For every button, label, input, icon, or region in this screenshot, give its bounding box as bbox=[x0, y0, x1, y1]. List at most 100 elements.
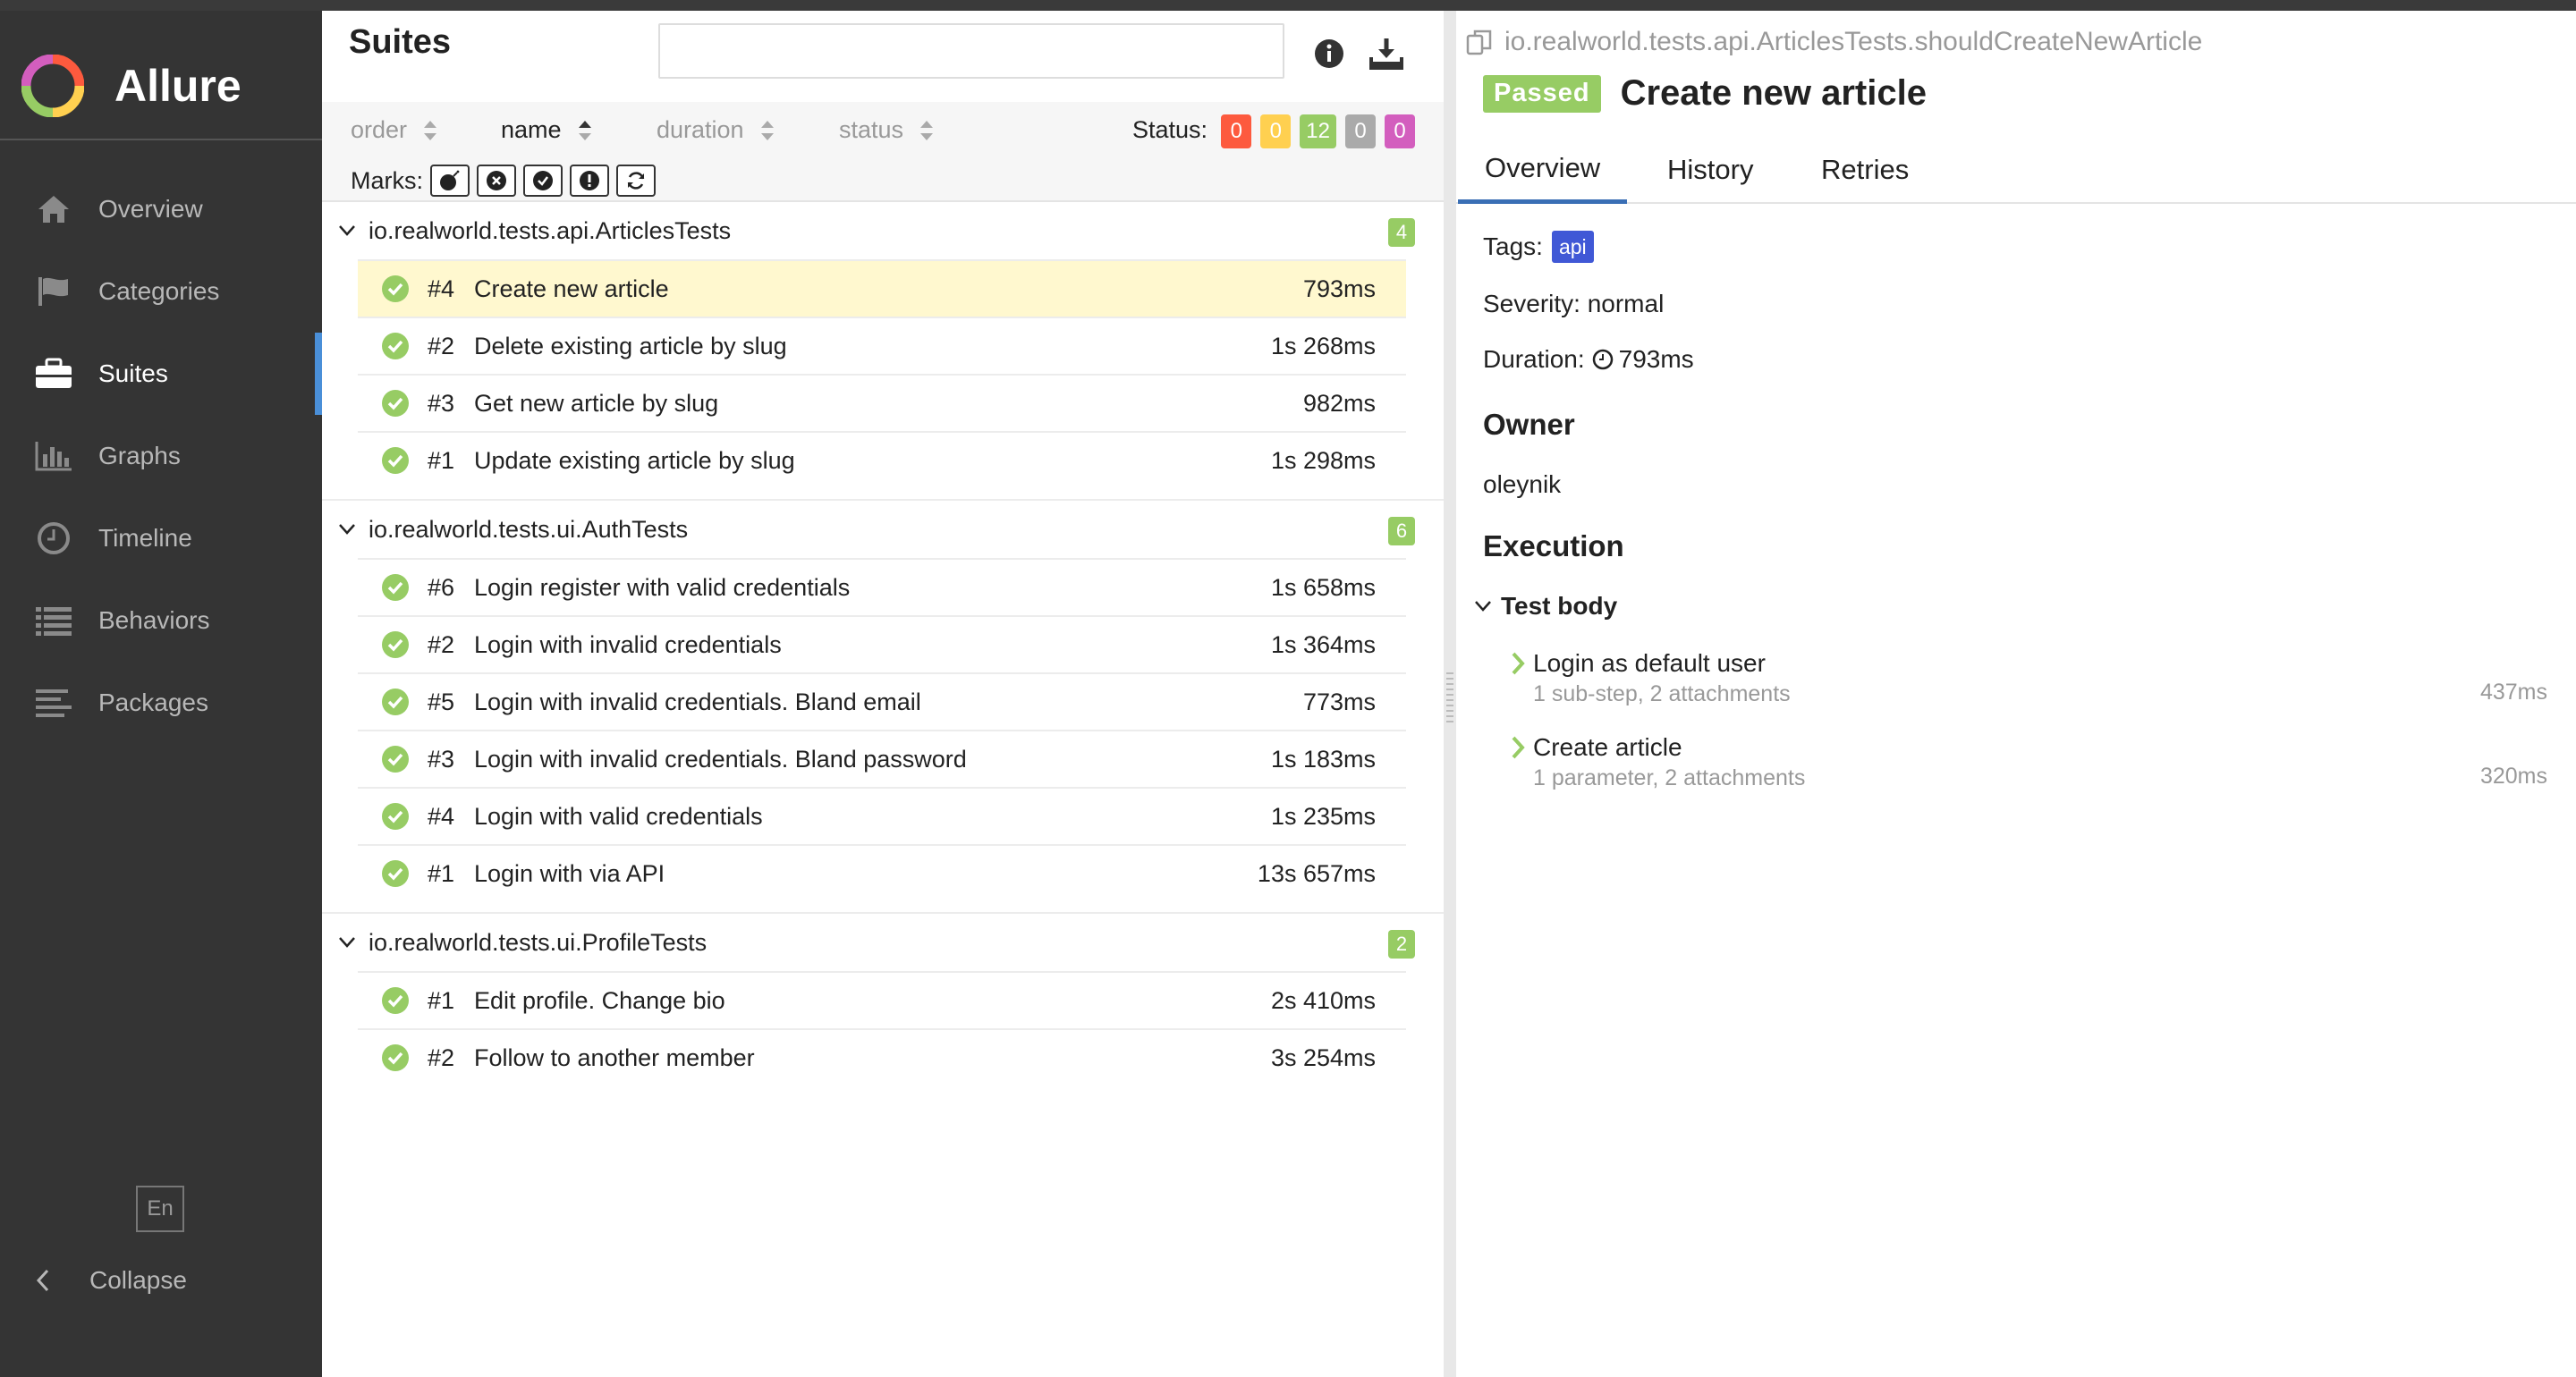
collapse-button[interactable]: Collapse bbox=[36, 1266, 187, 1295]
status-failed-toggle[interactable]: 0 bbox=[1221, 114, 1252, 148]
test-row[interactable]: #3 Get new article by slug 982ms bbox=[358, 374, 1406, 431]
test-name: Delete existing article by slug bbox=[474, 332, 787, 359]
pane-splitter[interactable] bbox=[1444, 11, 1456, 1377]
test-name: Login with invalid credentials. Bland pa… bbox=[474, 745, 967, 773]
sidebar-nav: Overview Categories Suites Graphs Timeli… bbox=[0, 168, 322, 744]
sidebar-item-timeline[interactable]: Timeline bbox=[0, 497, 322, 579]
test-number: #4 bbox=[428, 802, 455, 830]
sort-icon bbox=[760, 120, 774, 140]
test-row[interactable]: #1 Update existing article by slug 1s 29… bbox=[358, 431, 1406, 488]
sidebar-item-overview[interactable]: Overview bbox=[0, 168, 322, 250]
brand[interactable]: Allure bbox=[21, 41, 242, 131]
status-unknown-toggle[interactable]: 0 bbox=[1385, 114, 1415, 148]
chevron-down-icon bbox=[339, 937, 355, 948]
status-broken-toggle[interactable]: 0 bbox=[1260, 114, 1292, 148]
sidebar-item-categories[interactable]: Categories bbox=[0, 250, 322, 333]
sidebar-item-label: Behaviors bbox=[98, 606, 210, 634]
splitter-grip[interactable] bbox=[1446, 672, 1453, 726]
suite-name: io.realworld.tests.ui.ProfileTests bbox=[369, 928, 708, 956]
sidebar-item-label: Categories bbox=[98, 277, 220, 305]
suite-name: io.realworld.tests.ui.AuthTests bbox=[369, 515, 689, 543]
times-circle-icon bbox=[487, 171, 506, 190]
sidebar-divider bbox=[0, 139, 322, 140]
chevron-right-icon bbox=[1512, 736, 1525, 759]
sort-by-duration[interactable]: duration bbox=[657, 116, 775, 144]
download-icon[interactable] bbox=[1368, 36, 1404, 72]
sidebar-item-behaviors[interactable]: Behaviors bbox=[0, 579, 322, 662]
step-duration: 320ms bbox=[2479, 764, 2547, 789]
new-failed-mark-toggle[interactable] bbox=[477, 165, 516, 197]
sidebar-item-label: Suites bbox=[98, 359, 168, 387]
tags-row: Tags: api bbox=[1483, 231, 1594, 263]
test-row[interactable]: #6 Login register with valid credentials… bbox=[358, 558, 1406, 615]
test-duration: 793ms bbox=[1302, 275, 1376, 302]
test-duration: 982ms bbox=[1302, 389, 1376, 417]
sort-by-name[interactable]: name bbox=[501, 116, 592, 144]
sort-label: status bbox=[839, 116, 904, 143]
suite-group-header[interactable]: io.realworld.tests.ui.ProfileTests 2 bbox=[322, 914, 1444, 971]
suite-group: io.realworld.tests.ui.ProfileTests 2 #1 … bbox=[322, 914, 1444, 1096]
test-number: #3 bbox=[428, 745, 455, 773]
language-switcher[interactable]: En bbox=[136, 1186, 184, 1232]
sort-label: order bbox=[351, 116, 408, 143]
test-row[interactable]: #2 Login with invalid credentials 1s 364… bbox=[358, 615, 1406, 672]
sort-by-order[interactable]: order bbox=[351, 116, 437, 144]
info-icon[interactable] bbox=[1311, 36, 1347, 72]
collapse-label: Collapse bbox=[89, 1266, 187, 1294]
test-row[interactable]: #4 Create new article 793ms bbox=[358, 259, 1406, 317]
test-row[interactable]: #4 Login with valid credentials 1s 235ms bbox=[358, 787, 1406, 844]
tree-toolbar: order name duration status Status: 0 0 1… bbox=[322, 102, 1444, 202]
test-duration: 1s 364ms bbox=[1270, 630, 1376, 658]
duration-value: 793ms bbox=[1618, 345, 1694, 373]
tab-history[interactable]: History bbox=[1640, 136, 1780, 204]
test-name: Login with valid credentials bbox=[474, 802, 763, 830]
refresh-icon bbox=[627, 172, 645, 190]
test-duration: 13s 657ms bbox=[1257, 859, 1376, 887]
chevron-down-icon bbox=[339, 524, 355, 535]
sidebar-item-graphs[interactable]: Graphs bbox=[0, 415, 322, 497]
flaky-mark-toggle[interactable] bbox=[430, 165, 470, 197]
status-skipped-toggle[interactable]: 0 bbox=[1345, 114, 1376, 148]
page-title: Suites bbox=[349, 23, 452, 61]
step-meta: 1 parameter, 2 attachments bbox=[1533, 765, 1806, 790]
suites-panel: Suites order name duration status Status… bbox=[322, 11, 1444, 1377]
test-row[interactable]: #2 Follow to another member 3s 254ms bbox=[358, 1028, 1406, 1086]
search-input[interactable] bbox=[658, 23, 1284, 79]
copy-icon[interactable] bbox=[1465, 28, 1494, 56]
check-circle-icon bbox=[382, 333, 409, 359]
test-row[interactable]: #1 Edit profile. Change bio 2s 410ms bbox=[358, 971, 1406, 1028]
chevron-right-icon bbox=[1512, 652, 1525, 675]
status-passed-toggle[interactable]: 12 bbox=[1300, 114, 1336, 148]
retries-mark-toggle[interactable] bbox=[616, 165, 656, 197]
check-circle-icon bbox=[382, 860, 409, 887]
sort-icon bbox=[424, 120, 437, 140]
new-broken-mark-toggle[interactable] bbox=[570, 165, 609, 197]
marks-label: Marks: bbox=[351, 166, 423, 194]
flag-icon bbox=[32, 274, 75, 309]
clock-icon bbox=[32, 520, 75, 556]
test-number: #6 bbox=[428, 573, 455, 601]
tab-overview[interactable]: Overview bbox=[1458, 136, 1628, 204]
test-row[interactable]: #5 Login with invalid credentials. Bland… bbox=[358, 672, 1406, 730]
tab-retries[interactable]: Retries bbox=[1794, 136, 1936, 204]
sort-by-status[interactable]: status bbox=[839, 116, 934, 144]
test-number: #2 bbox=[428, 1043, 455, 1071]
check-circle-icon bbox=[382, 987, 409, 1014]
sidebar-item-label: Overview bbox=[98, 195, 203, 223]
suite-count-badge: 6 bbox=[1388, 517, 1415, 545]
sidebar-item-suites[interactable]: Suites bbox=[0, 333, 322, 415]
test-row[interactable]: #1 Login with via API 13s 657ms bbox=[358, 844, 1406, 901]
status-badge: Passed bbox=[1483, 74, 1601, 113]
allure-logo-icon bbox=[21, 55, 84, 117]
test-row[interactable]: #3 Login with invalid credentials. Bland… bbox=[358, 730, 1406, 787]
new-passed-mark-toggle[interactable] bbox=[523, 165, 563, 197]
sidebar-item-packages[interactable]: Packages bbox=[0, 662, 322, 744]
check-circle-icon bbox=[382, 275, 409, 302]
full-name-text: io.realworld.tests.api.ArticlesTests.sho… bbox=[1504, 27, 2203, 56]
testcase-full-name[interactable]: io.realworld.tests.api.ArticlesTests.sho… bbox=[1465, 27, 2202, 57]
test-body-toggle[interactable]: Test body bbox=[1474, 592, 1617, 621]
test-row[interactable]: #2 Delete existing article by slug 1s 26… bbox=[358, 317, 1406, 374]
check-circle-icon bbox=[382, 688, 409, 715]
suite-group-header[interactable]: io.realworld.tests.ui.AuthTests 6 bbox=[322, 501, 1444, 558]
suite-group-header[interactable]: io.realworld.tests.api.ArticlesTests 4 bbox=[322, 202, 1444, 259]
